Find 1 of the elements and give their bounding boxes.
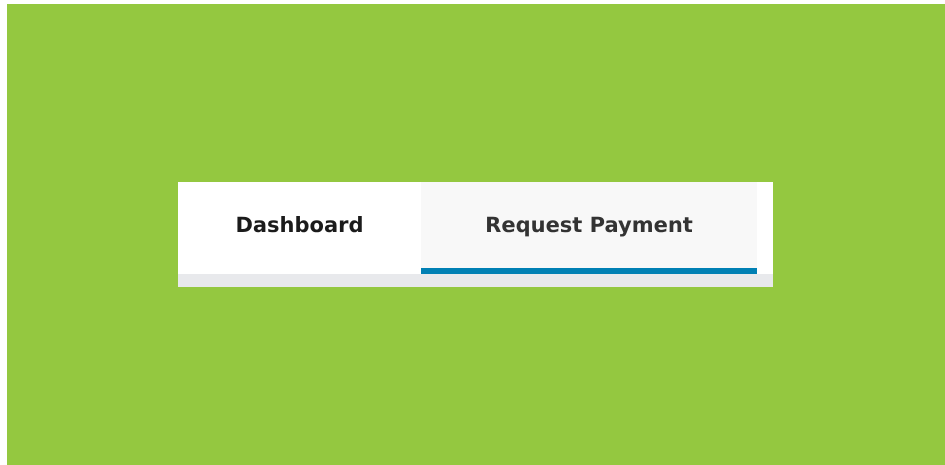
tab[interactable]: Request Payment <box>421 182 757 274</box>
